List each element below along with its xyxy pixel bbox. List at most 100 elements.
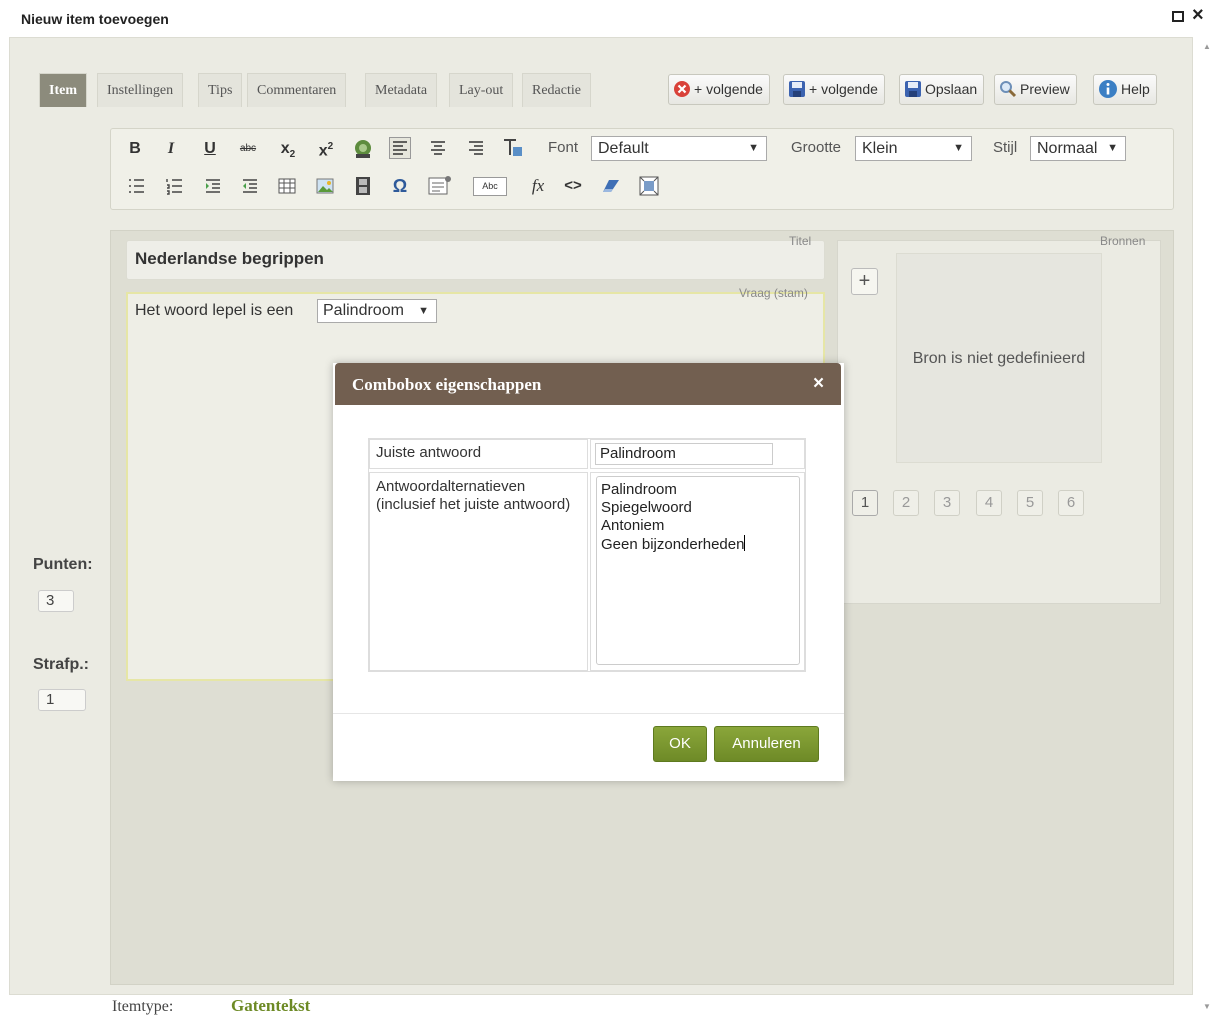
- tab-item[interactable]: Item: [39, 73, 87, 107]
- text-caret: [744, 535, 746, 551]
- source-code-button[interactable]: <>: [563, 175, 583, 197]
- underline-button[interactable]: U: [201, 138, 219, 160]
- tab-instellingen[interactable]: Instellingen: [97, 73, 184, 107]
- save-next-label: + volgende: [809, 81, 878, 97]
- align-left-icon[interactable]: [389, 137, 411, 159]
- correct-answer-input[interactable]: Palindroom: [595, 443, 773, 465]
- alternatives-label: Antwoordalternatieven: [376, 478, 526, 495]
- subscript-mark: 2: [289, 149, 296, 161]
- remove-format-icon[interactable]: [502, 137, 524, 159]
- table-icon[interactable]: [278, 177, 296, 195]
- bold-button[interactable]: B: [126, 138, 144, 160]
- ok-button[interactable]: OK: [653, 726, 707, 762]
- chevron-down-icon: ▼: [748, 142, 759, 154]
- tab-tips[interactable]: Tips: [198, 73, 243, 107]
- points-label: Punten:: [33, 556, 93, 573]
- strikethrough-button[interactable]: abc: [236, 138, 260, 160]
- magnifier-icon: [1000, 81, 1017, 98]
- dialog-title: Combobox eigenschappen: [352, 375, 542, 394]
- cancel-next-label: + volgende: [694, 81, 763, 97]
- cancel-button[interactable]: Annuleren: [714, 726, 819, 762]
- floppy-icon: [789, 81, 805, 98]
- tab-redactie[interactable]: Redactie: [522, 73, 591, 107]
- title-label: Titel: [789, 234, 812, 248]
- info-icon: [1099, 80, 1117, 99]
- numbered-list-icon[interactable]: [165, 177, 183, 195]
- help-button[interactable]: Help: [1093, 74, 1157, 105]
- chevron-down-icon: ▼: [953, 142, 964, 154]
- subscript-base: x: [280, 140, 290, 157]
- tab-commentaren[interactable]: Commentaren: [247, 73, 347, 107]
- dialog-divider: [333, 713, 844, 714]
- cancel-icon: [674, 81, 690, 98]
- spellcheck-icon[interactable]: [352, 138, 374, 160]
- image-icon[interactable]: [316, 177, 334, 195]
- outdent-icon[interactable]: [241, 177, 259, 195]
- size-value: Klein: [862, 140, 898, 157]
- question-text: Het woord lepel is een: [135, 302, 294, 319]
- italic-button[interactable]: I: [162, 138, 180, 160]
- superscript-base: x: [318, 142, 328, 160]
- style-select[interactable]: Normaal ▼: [1030, 136, 1126, 161]
- align-right-icon[interactable]: [467, 139, 485, 157]
- alternative-line: Antoniem: [601, 517, 665, 534]
- size-select[interactable]: Klein ▼: [855, 136, 972, 161]
- preview-button[interactable]: Preview: [994, 74, 1077, 105]
- save-button[interactable]: Opslaan: [899, 74, 985, 105]
- source-page-2[interactable]: 2: [893, 490, 919, 516]
- preview-label: Preview: [1020, 81, 1070, 97]
- itemtype-label: Itemtype:: [112, 998, 174, 1015]
- source-page-3[interactable]: 3: [934, 490, 960, 516]
- correct-answer-label: Juiste antwoord: [376, 444, 482, 461]
- formula-button[interactable]: fx: [528, 175, 548, 197]
- help-label: Help: [1121, 81, 1150, 97]
- itemtype-value: Gatentekst: [231, 996, 311, 1015]
- eraser-icon[interactable]: [601, 178, 621, 194]
- alternative-line: Palindroom: [601, 481, 677, 498]
- tab-layout[interactable]: Lay-out: [449, 73, 514, 107]
- alternative-line-text: Geen bijzonderheden: [601, 536, 745, 553]
- cancel-next-button[interactable]: + volgende: [668, 74, 770, 105]
- penalty-input[interactable]: 1: [38, 689, 86, 711]
- close-window-icon[interactable]: ×: [1192, 5, 1204, 25]
- fullscreen-icon[interactable]: [639, 176, 659, 196]
- maximize-icon[interactable]: [1172, 11, 1184, 22]
- scroll-down-arrow-icon[interactable]: ▼: [1203, 1002, 1211, 1011]
- alternatives-textarea[interactable]: Palindroom Spiegelwoord Antoniem Geen bi…: [596, 476, 800, 665]
- question-combobox-value: Palindroom: [323, 302, 404, 319]
- save-next-button[interactable]: + volgende: [783, 74, 885, 105]
- penalty-label: Strafp.:: [33, 656, 89, 673]
- text-field-button[interactable]: Abc: [473, 177, 507, 196]
- font-value: Default: [598, 140, 649, 157]
- style-label: Stijl: [993, 139, 1018, 156]
- floppy-icon: [905, 81, 921, 98]
- chevron-down-icon: ▼: [1107, 142, 1118, 154]
- font-select[interactable]: Default ▼: [591, 136, 767, 161]
- special-character-icon[interactable]: Ω: [390, 175, 410, 197]
- source-page-5[interactable]: 5: [1017, 490, 1043, 516]
- add-source-button[interactable]: +: [851, 268, 878, 295]
- points-input[interactable]: 3: [38, 590, 74, 612]
- question-combobox[interactable]: Palindroom ▼: [317, 299, 437, 323]
- source-page-4[interactable]: 4: [976, 490, 1002, 516]
- align-center-icon[interactable]: [429, 139, 447, 157]
- bullet-list-icon[interactable]: [127, 177, 145, 195]
- subscript-button[interactable]: x2: [276, 138, 300, 160]
- superscript-button[interactable]: x2: [314, 136, 338, 160]
- alternatives-sublabel: (inclusief het juiste antwoord): [376, 496, 571, 513]
- source-page-6[interactable]: 6: [1058, 490, 1084, 516]
- question-label: Vraag (stam): [739, 286, 808, 300]
- sources-label: Bronnen: [1100, 234, 1146, 248]
- scroll-up-arrow-icon[interactable]: ▲: [1203, 42, 1211, 51]
- indent-icon[interactable]: [204, 177, 222, 195]
- size-label: Grootte: [791, 139, 842, 156]
- font-label: Font: [548, 139, 579, 156]
- source-page-1[interactable]: 1: [852, 490, 878, 516]
- chevron-down-icon: ▼: [418, 305, 429, 317]
- style-value: Normaal: [1037, 140, 1098, 157]
- tab-metadata[interactable]: Metadata: [365, 73, 438, 107]
- title-value: Nederlandse begrippen: [135, 249, 324, 268]
- video-icon[interactable]: [354, 176, 372, 196]
- dialog-close-icon[interactable]: ×: [813, 373, 824, 395]
- combobox-icon[interactable]: [428, 175, 452, 195]
